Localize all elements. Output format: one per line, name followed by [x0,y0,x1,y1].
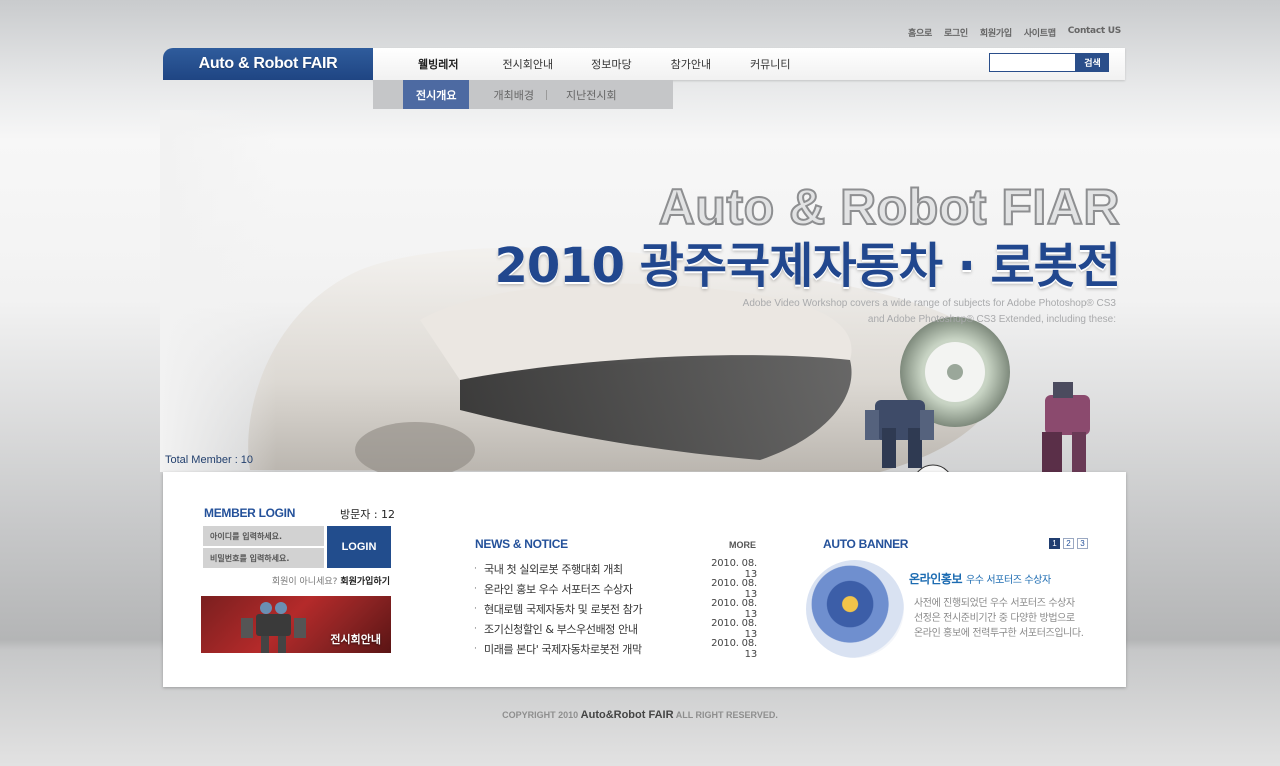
password-field[interactable] [203,548,324,568]
util-home-link[interactable]: 홈으로 [908,26,932,40]
util-join-link[interactable]: 회원가입 [980,26,1012,40]
exhibition-info-label: 전시회안내 [330,633,381,646]
login-button[interactable]: LOGIN [327,526,391,568]
search-button[interactable]: 검색 [1076,53,1109,72]
visitor-count: 방문자 : 12 [340,508,396,521]
news-item-title[interactable]: 온라인 홍보 우수 서포터즈 수상자 [484,581,697,597]
util-contact-link[interactable]: Contact US [1068,26,1121,40]
hero-desc-line-2: and Adobe Photoshop® CS3 Extended, inclu… [867,314,1116,325]
news-item-date: 2010. 08. 13 [711,558,757,580]
search-box: 검색 [989,53,1109,72]
join-link[interactable]: 회원가입하기 [340,577,390,587]
banner-text-line: 온라인 홍보에 전력투구한 서포터즈입니다. [914,628,1084,639]
footer-brand: Auto&Robot FAIR [580,709,674,721]
news-item[interactable]: · 현대로템 국제자동차 및 로봇전 참가 2010. 08. 13 [474,598,757,620]
nav-item-participation[interactable]: 참가안내 [671,56,711,72]
news-item[interactable]: · 미래를 본다' 국제자동차로봇전 개막 2010. 08. 13 [474,638,757,660]
auto-banner-title: AUTO BANNER [823,537,909,551]
join-prompt: 회원이 아니세요? 회원가입하기 [200,574,390,587]
news-item-title[interactable]: 국내 첫 실외로봇 주행대회 개최 [484,561,697,577]
subnav-item-past[interactable]: 지난전시회 [547,80,629,109]
banner-headline-main: 온라인홍보 [909,572,963,586]
member-login-title: MEMBER LOGIN [204,506,296,520]
banner-headline[interactable]: 온라인홍보 우수 서포터즈 수상자 [909,570,1051,587]
bullet-icon: · [474,644,477,654]
banner-description: 사전에 진행되었던 우수 서포터즈 수상자 선정은 전시준비기간 중 다양한 방… [914,596,1092,641]
join-prompt-text: 회원이 아니세요? [271,577,338,587]
news-list: · 국내 첫 실외로봇 주행대회 개최 2010. 08. 13 · 온라인 홍보 우… [474,558,757,660]
nav-item-wellbeing[interactable]: 웰빙레저 [418,56,458,72]
util-sitemap-link[interactable]: 사이트맵 [1024,26,1056,40]
banner-page-2[interactable]: 2 [1063,538,1074,549]
news-item-date: 2010. 08. 13 [711,598,757,620]
sub-nav: 전시개요 개최배경 지난전시회 [373,80,673,109]
news-item-date: 2010. 08. 13 [711,578,757,600]
nav-item-info[interactable]: 정보마당 [591,56,631,72]
nav-item-exhibition[interactable]: 전시회안내 [502,56,553,72]
banner-headline-sub: 우수 서포터즈 수상자 [965,575,1051,586]
subnav-item-background[interactable]: 개최배경 [469,80,545,109]
hero-desc-line-1: Adobe Video Workshop covers a wide range… [742,298,1116,309]
footer-copyright: COPYRIGHT 2010 Auto&Robot FAIR ALL RIGHT… [0,709,1280,721]
utility-links: 홈으로 로그인 회원가입 사이트맵 Contact US [908,26,1121,40]
news-item[interactable]: · 조기신청할인 & 부스우선배정 안내 2010. 08. 13 [474,618,757,640]
footer-suffix: ALL RIGHT RESERVED. [675,710,778,720]
news-item-title[interactable]: 현대로템 국제자동차 및 로봇전 참가 [484,601,697,617]
bullet-icon: · [474,564,477,574]
banner-page-1[interactable]: 1 [1049,538,1060,549]
news-more-link[interactable]: MORE [729,540,756,550]
footer-prefix: COPYRIGHT 2010 [502,710,579,720]
util-login-link[interactable]: 로그인 [944,26,968,40]
banner-pager: 1 2 3 [1049,538,1088,549]
banner-text-line: 선정은 전시준비기간 중 다양한 방법으로 [914,613,1075,624]
search-input[interactable] [989,53,1076,72]
banner-page-3[interactable]: 3 [1077,538,1088,549]
banner-supporter-photo[interactable] [806,560,904,658]
news-item[interactable]: · 온라인 홍보 우수 서포터즈 수상자 2010. 08. 13 [474,578,757,600]
exhibition-info-banner[interactable]: 전시회안내 [201,596,391,653]
bullet-icon: · [474,624,477,634]
main-nav: 웰빙레저 전시회안내 정보마당 참가안내 커뮤니티 [373,48,791,80]
subnav-item-overview[interactable]: 전시개요 [403,80,470,109]
site-logo[interactable]: Auto & Robot FAIR [163,48,373,80]
hero-description: Adobe Video Workshop covers a wide range… [640,296,1116,328]
total-member-count: Total Member : 10 [165,454,254,466]
news-item-title[interactable]: 조기신청할인 & 부스우선배정 안내 [484,621,697,637]
news-item-title[interactable]: 미래를 본다' 국제자동차로봇전 개막 [484,641,697,657]
news-item-date: 2010. 08. 13 [711,618,757,640]
hero-title-ko: 2010 광주국제자동차 · 로봇전 [494,238,1121,294]
banner-text-line: 사전에 진행되었던 우수 서포터즈 수상자 [914,598,1075,609]
news-item[interactable]: · 국내 첫 실외로봇 주행대회 개최 2010. 08. 13 [474,558,757,580]
user-id-field[interactable] [203,526,324,546]
bullet-icon: · [474,604,477,614]
news-item-date: 2010. 08. 13 [711,638,757,660]
news-notice-title: NEWS & NOTICE [475,537,568,551]
nav-item-community[interactable]: 커뮤니티 [750,56,790,72]
bullet-icon: · [474,584,477,594]
